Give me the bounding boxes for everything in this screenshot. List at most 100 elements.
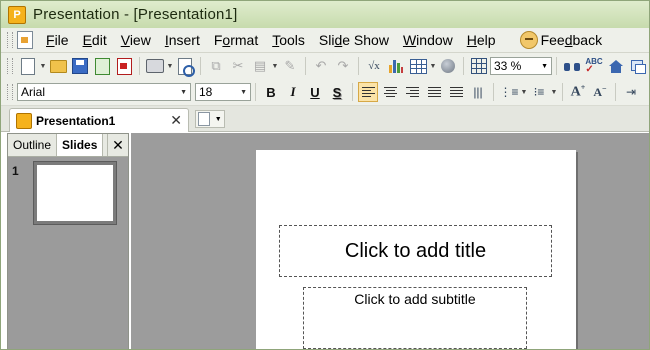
menu-format[interactable]: Format <box>207 32 265 48</box>
insert-chart-button[interactable] <box>386 56 406 76</box>
menu-edit-mnemonic: E <box>82 32 92 48</box>
font-name-value: Arial <box>21 85 46 99</box>
print-button[interactable] <box>145 56 165 76</box>
toolbar-grip[interactable] <box>7 58 13 74</box>
feedback-post: back <box>572 32 603 48</box>
open-button[interactable] <box>48 56 68 76</box>
export-pdf-button[interactable] <box>114 56 134 76</box>
print-preview-button[interactable] <box>175 56 195 77</box>
paste-button[interactable]: ▤ <box>250 56 270 76</box>
bullets-dropdown-arrow[interactable]: ▼ <box>550 89 558 96</box>
toolbar-separator <box>493 83 494 101</box>
tab-slides[interactable]: Slides <box>57 134 104 156</box>
new-icon <box>21 57 35 75</box>
shrink-font-icon: A− <box>593 84 607 99</box>
grow-font-button[interactable]: A+ <box>568 82 588 102</box>
insert-formula-button[interactable]: √x <box>364 56 384 76</box>
new-button[interactable] <box>18 56 38 76</box>
menu-help-mnemonic: H <box>466 32 477 48</box>
show-grid-button[interactable] <box>469 56 489 76</box>
new-tab-button[interactable]: ▼ <box>195 110 225 128</box>
toolbar-grip[interactable] <box>7 32 13 48</box>
bold-button[interactable]: B <box>261 82 281 102</box>
menu-feedback[interactable]: Fee d back <box>513 31 610 49</box>
subtitle-placeholder[interactable]: Click to add subtitle <box>303 287 527 349</box>
numbering-dropdown-arrow[interactable]: ▼ <box>520 89 528 96</box>
indent-button[interactable]: ⇥ <box>621 82 641 102</box>
menu-file-mnemonic: F <box>46 32 55 48</box>
toolbar-separator <box>562 83 563 101</box>
feedback-mnemonic: d <box>564 32 573 48</box>
find-button[interactable] <box>562 56 582 76</box>
toolbar-separator <box>200 57 201 75</box>
format-painter-button[interactable]: ✎ <box>280 56 300 76</box>
bullets-button[interactable]: ⁝≡ <box>529 82 549 102</box>
bold-icon: B <box>266 84 276 100</box>
shadow-icon: S <box>332 84 342 100</box>
home-button[interactable] <box>606 56 626 76</box>
menu-file[interactable]: File <box>39 32 76 48</box>
save-button[interactable] <box>70 56 90 76</box>
print-preview-icon <box>178 57 195 77</box>
menu-tools[interactable]: Tools <box>265 32 312 48</box>
table-dropdown-arrow[interactable]: ▼ <box>429 63 437 70</box>
cut-button[interactable]: ✂ <box>228 56 248 76</box>
menu-view[interactable]: View <box>114 32 158 48</box>
insert-table-button[interactable] <box>408 56 428 76</box>
menu-view-label: iew <box>129 32 151 48</box>
chevron-down-icon: ▼ <box>214 115 222 123</box>
undo-button[interactable]: ↶ <box>311 56 331 76</box>
align-left-button[interactable] <box>358 82 378 102</box>
table-icon <box>409 58 427 74</box>
spell-check-button[interactable]: ABC ✓ <box>584 56 604 76</box>
copy-button[interactable]: ⧉ <box>206 56 226 76</box>
font-size-select[interactable]: 18 ▼ <box>195 83 251 101</box>
window-title: Presentation - [Presentation1] <box>33 6 238 23</box>
shrink-font-button[interactable]: A− <box>590 82 610 102</box>
align-center-button[interactable] <box>380 82 400 102</box>
align-right-button[interactable] <box>402 82 422 102</box>
export-button[interactable] <box>92 56 112 76</box>
tab-presentation1[interactable]: Presentation1 ✕ <box>9 108 189 132</box>
hyperlink-button[interactable] <box>438 56 458 76</box>
vertical-align-button[interactable]: ||| <box>468 82 488 102</box>
document-tab-bar: Presentation1 ✕ ▼ <box>1 106 649 132</box>
distribute-button[interactable] <box>446 82 466 102</box>
menu-insert[interactable]: Insert <box>158 32 207 48</box>
slide-thumbnail[interactable] <box>33 161 117 225</box>
menu-help[interactable]: Help <box>460 32 503 48</box>
menu-window[interactable]: Window <box>396 32 460 48</box>
menu-edit[interactable]: Edit <box>76 32 114 48</box>
menu-insert-label: nsert <box>168 32 200 48</box>
align-center-icon <box>383 86 397 98</box>
numbering-button[interactable]: ⋮≡ <box>499 82 519 102</box>
align-left-icon <box>361 86 375 98</box>
zoom-select[interactable]: 33 % ▼ <box>490 57 552 75</box>
slide[interactable]: Click to add title Click to add subtitle <box>256 150 576 349</box>
formatting-toolbar: Arial ▼ 18 ▼ B I U S ||| ⋮≡ ▼ ⁝≡ ▼ A+ A−… <box>1 79 649 106</box>
save-icon <box>72 58 88 74</box>
close-icon[interactable]: ✕ <box>107 134 128 156</box>
redo-icon: ↷ <box>337 58 349 73</box>
title-placeholder[interactable]: Click to add title <box>279 225 552 277</box>
menu-slide-show[interactable]: Slide Show <box>312 32 396 48</box>
font-name-select[interactable]: Arial ▼ <box>17 83 191 101</box>
redo-button[interactable]: ↷ <box>333 56 353 76</box>
close-icon[interactable]: ✕ <box>170 112 182 129</box>
toolbar-grip[interactable] <box>7 84 13 100</box>
paste-dropdown-arrow[interactable]: ▼ <box>271 63 279 70</box>
underline-button[interactable]: U <box>305 82 325 102</box>
italic-button[interactable]: I <box>283 82 303 102</box>
menu-slideshow-pre: Sli <box>318 32 335 48</box>
document-menu-icon[interactable] <box>17 31 33 49</box>
justify-icon <box>427 86 441 98</box>
print-dropdown-arrow[interactable]: ▼ <box>166 63 174 70</box>
window-button[interactable] <box>628 56 648 76</box>
justify-button[interactable] <box>424 82 444 102</box>
tab-outline[interactable]: Outline <box>8 134 58 156</box>
shadow-button[interactable]: S <box>327 82 347 102</box>
home-icon <box>609 59 623 73</box>
new-dropdown-arrow[interactable]: ▼ <box>39 63 47 70</box>
pane-tabs: Outline Slides ✕ <box>8 134 128 157</box>
presentation-app-icon[interactable]: P <box>8 5 26 24</box>
